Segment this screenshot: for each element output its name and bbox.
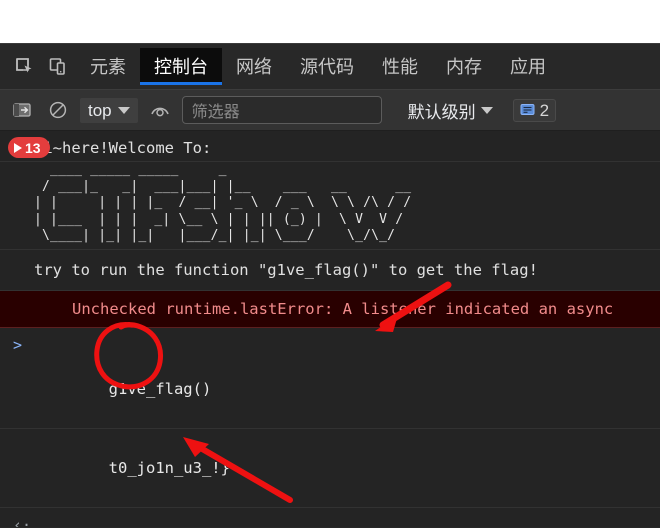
console-output-entry: t0_jo1n_u3_!}: [0, 429, 660, 508]
chevron-down-icon: [480, 106, 493, 114]
devtools-panel: 元素 控制台 网络 源代码 性能 内存 应用 top 筛选器 默认级别 2 Hi…: [0, 43, 660, 528]
tab-network-label: 网络: [236, 57, 272, 77]
tab-performance-label: 性能: [382, 57, 418, 77]
console-output[interactable]: Hi~here!Welcome To: ____ _____ _____ _ /…: [0, 131, 660, 527]
tab-sources-label: 源代码: [300, 57, 354, 77]
console-input-expression: g1ve_flag(): [108, 379, 212, 398]
tab-application[interactable]: 应用: [496, 48, 560, 85]
execution-context-label: top: [88, 100, 112, 120]
input-chevron-icon: >: [13, 335, 23, 354]
execution-context-selector[interactable]: top: [80, 97, 138, 123]
console-error-row[interactable]: 13 Unchecked runtime.lastError: A listen…: [0, 137, 660, 328]
message-count-value: 2: [539, 100, 550, 120]
console-toolbar: top 筛选器 默认级别 2: [0, 89, 660, 131]
tab-application-label: 应用: [510, 57, 546, 77]
message-bubble-icon: [520, 104, 535, 115]
tab-sources[interactable]: 源代码: [286, 48, 368, 85]
return-chevron-icon: ‹·: [13, 515, 32, 528]
tab-memory-label: 内存: [446, 57, 482, 77]
log-levels-label: 默认级别: [407, 102, 476, 122]
sidebar-panel-icon[interactable]: [8, 96, 36, 124]
console-hint-message: try to run the function "g1ve_flag()" to…: [0, 250, 660, 291]
console-error-text: Unchecked runtime.lastError: A listener …: [72, 299, 614, 318]
tab-elements[interactable]: 元素: [76, 48, 140, 85]
clear-console-icon[interactable]: [44, 96, 72, 124]
message-count-badge[interactable]: 2: [512, 98, 557, 122]
console-output-value: t0_jo1n_u3_!}: [108, 458, 230, 477]
console-welcome-message: Hi~here!Welcome To:: [0, 131, 660, 162]
console-input-entry[interactable]: > g1ve_flag(): [0, 328, 660, 429]
console-ascii-art-banner: ____ _____ _____ _ / ___|_ _| ___|___| |…: [0, 162, 660, 250]
chevron-down-icon: [117, 106, 130, 114]
console-return-entry: ‹· undefined: [0, 508, 660, 528]
tab-elements-label: 元素: [90, 57, 126, 77]
device-toolbar-icon[interactable]: [42, 50, 76, 84]
devtools-tabbar: 元素 控制台 网络 源代码 性能 内存 应用: [0, 44, 660, 89]
tab-memory[interactable]: 内存: [432, 48, 496, 85]
devtools-screenshot: 元素 控制台 网络 源代码 性能 内存 应用 top 筛选器 默认级别 2 Hi…: [0, 0, 660, 528]
tab-network[interactable]: 网络: [222, 48, 286, 85]
live-expression-eye-icon[interactable]: [146, 96, 174, 124]
filter-input-wrapper[interactable]: 筛选器: [181, 96, 382, 124]
page-content-area: [0, 0, 660, 43]
log-levels-dropdown[interactable]: 默认级别: [408, 98, 493, 123]
filter-input[interactable]: 筛选器: [192, 98, 240, 122]
tab-console[interactable]: 控制台: [140, 48, 222, 85]
inspect-element-icon[interactable]: [8, 50, 42, 84]
tab-performance[interactable]: 性能: [368, 48, 432, 85]
tab-console-label: 控制台: [154, 57, 208, 77]
